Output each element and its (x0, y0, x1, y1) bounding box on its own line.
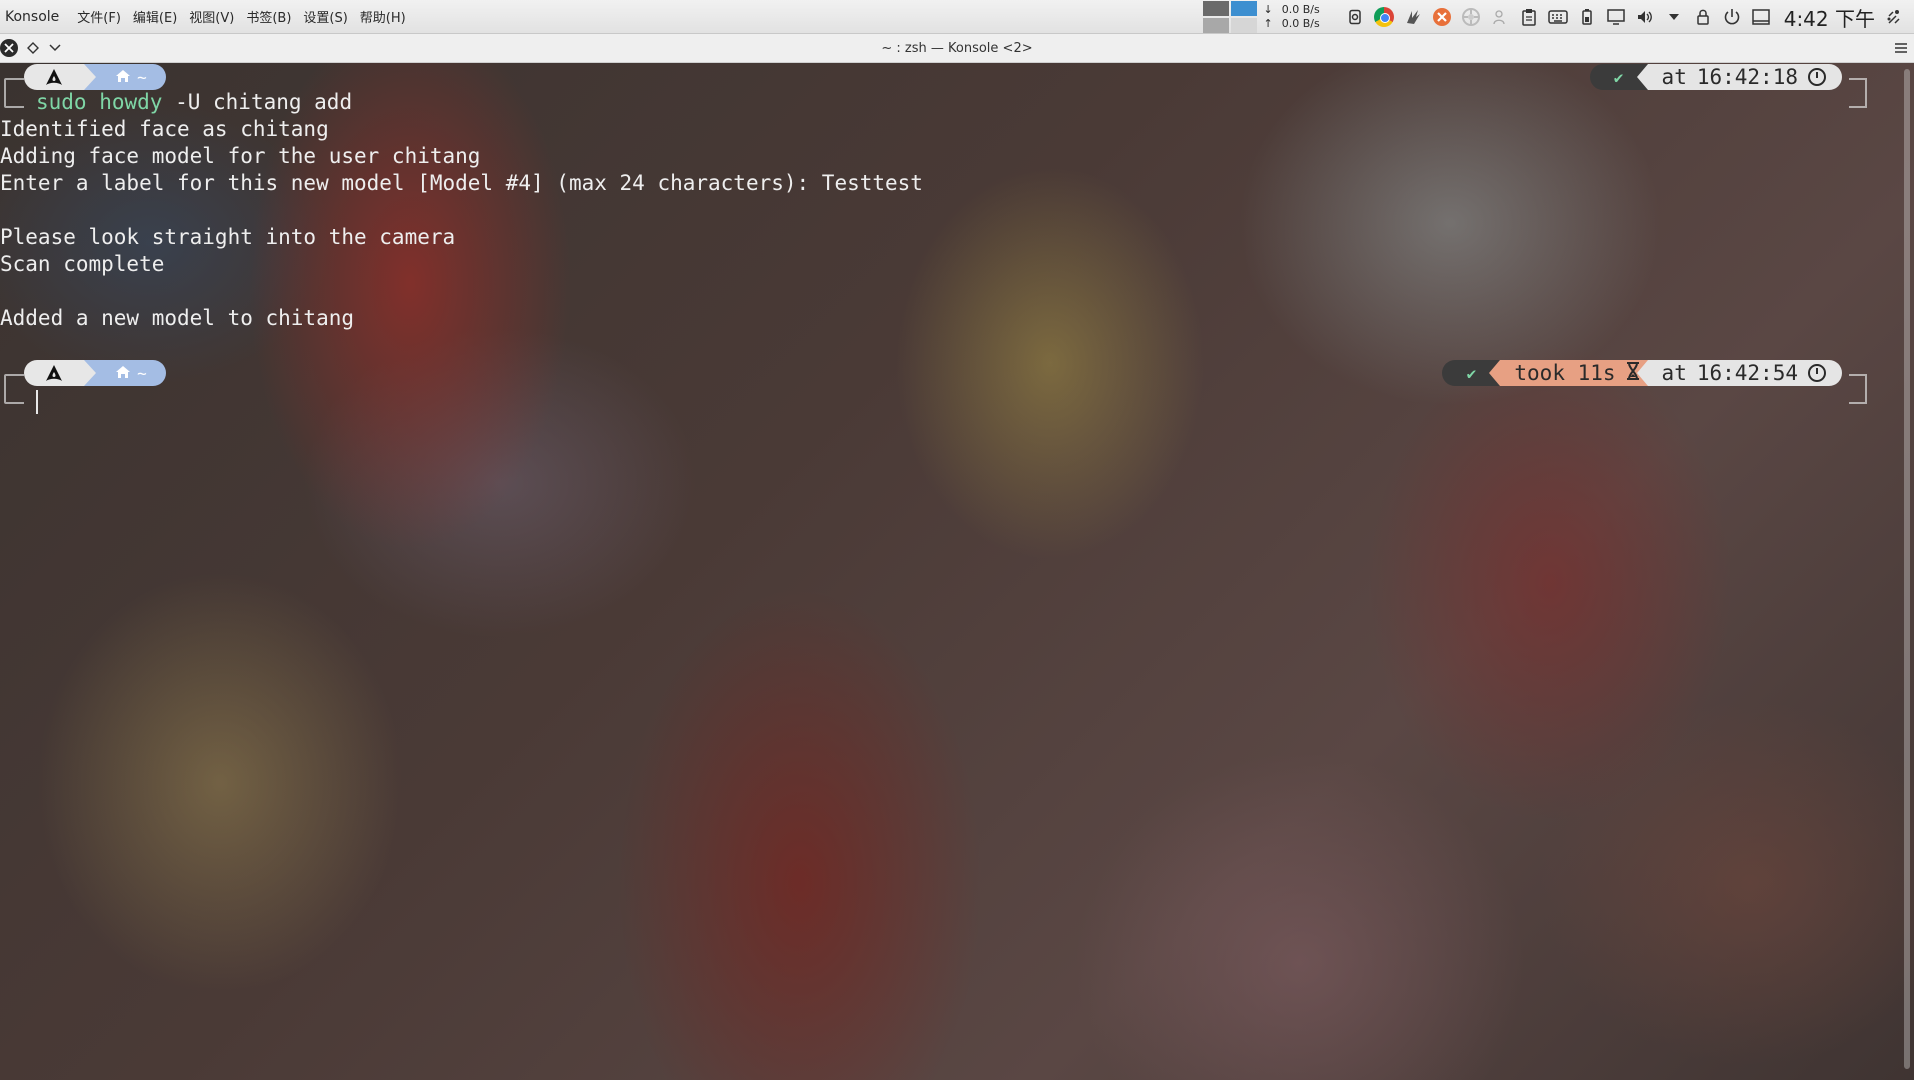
top-panel: Konsole 文件(F) 编辑(E) 视图(V) 书签(B) 设置(S) 帮助… (0, 0, 1914, 34)
show-desktop-icon[interactable] (1751, 7, 1771, 27)
power-icon[interactable] (1722, 7, 1742, 27)
kdeconnect-icon[interactable] (1403, 7, 1423, 27)
menu-view[interactable]: 视图(V) (183, 7, 240, 26)
prompt-time: 16:42:54 (1696, 361, 1798, 385)
command-name: sudo howdy (36, 90, 163, 114)
home-icon (115, 364, 131, 383)
output-line: Identified face as chitang (0, 117, 329, 141)
clipboard-icon[interactable] (1519, 7, 1539, 27)
menu-bar: 文件(F) 编辑(E) 视图(V) 书签(B) 设置(S) 帮助(H) (71, 7, 411, 26)
command-line: sudo howdy -U chitang add (36, 89, 352, 116)
prompt-time-segment: at 16:42:18 (1636, 64, 1842, 90)
app-blocked-icon[interactable] (1432, 7, 1452, 27)
terminal-view[interactable]: ~ ✔ at 16:42:18 sudo howdy -U chitang ad… (0, 63, 1914, 1080)
clock-icon (1808, 68, 1826, 86)
prompt-duration: took 11s (1514, 361, 1616, 385)
window-title: ~ : zsh — Konsole <2> (881, 40, 1033, 56)
volume-icon[interactable] (1635, 7, 1655, 27)
prompt-time-segment: at 16:42:54 (1636, 360, 1842, 386)
output-line: Added a new model to chitang (0, 306, 355, 330)
chrome-icon[interactable] (1373, 7, 1394, 27)
output-line: Please look straight into the camera (0, 225, 456, 249)
prompt-frame-right (1849, 78, 1867, 108)
battery-icon[interactable] (1577, 7, 1597, 27)
upload-arrow-icon: ↑ (1263, 17, 1273, 30)
time-prefix: at (1661, 65, 1687, 89)
keyboard-icon[interactable] (1547, 7, 1568, 27)
prompt-frame-left (4, 78, 24, 108)
prompt-frame-right (1849, 374, 1867, 404)
plasma-menu-icon[interactable] (1884, 7, 1904, 27)
window-menu-button[interactable] (46, 39, 64, 57)
prompt-duration-segment: took 11s (1489, 360, 1648, 386)
menu-edit[interactable]: 编辑(E) (127, 7, 183, 26)
lock-icon[interactable] (1693, 7, 1713, 27)
prompt-dir-segment: ~ (84, 64, 166, 90)
prompt-dir: ~ (137, 67, 147, 87)
prompt-dir-segment: ~ (84, 360, 166, 386)
system-tray: ↓ ↑ 0.0 B/s 0.0 B/s 4:42 下午 (1202, 0, 1914, 34)
terminal-scrollbar[interactable] (1904, 69, 1910, 1069)
clock-icon (1808, 364, 1826, 382)
menu-help[interactable]: 帮助(H) (354, 7, 412, 26)
menu-bookmarks[interactable]: 书签(B) (240, 7, 297, 26)
output-line: Enter a label for this new model [Model … (0, 171, 923, 195)
prompt-right-segments: ✔ at 16:42:18 (1589, 64, 1842, 90)
prompt-frame-left (4, 374, 24, 404)
display-icon[interactable] (1606, 7, 1626, 27)
screenshot-icon[interactable] (1345, 7, 1365, 27)
home-icon (115, 68, 131, 87)
expand-tray-icon[interactable] (1664, 7, 1684, 27)
command-args: -U chitang add (162, 90, 353, 114)
network-arrows: ↓ ↑ (1264, 3, 1273, 31)
prompt-time: 16:42:18 (1696, 65, 1798, 89)
window-titlebar: ~ : zsh — Konsole <2> (0, 34, 1914, 63)
close-window-button[interactable] (0, 39, 18, 57)
settings-wheel-icon[interactable] (1461, 7, 1481, 27)
network-graph[interactable] (1202, 1, 1257, 33)
keep-above-button[interactable] (24, 39, 42, 57)
user-icon[interactable] (1490, 7, 1510, 27)
arch-linux-icon (24, 64, 96, 90)
arch-linux-icon (24, 360, 96, 386)
menu-file[interactable]: 文件(F) (71, 7, 127, 26)
prompt-left-segments: ~ (24, 360, 166, 386)
network-speed: 0.0 B/s 0.0 B/s (1282, 3, 1320, 31)
upload-speed: 0.0 B/s (1281, 17, 1320, 30)
clock[interactable]: 4:42 下午 (1784, 3, 1875, 32)
output-line: Adding face model for the user chitang (0, 144, 481, 168)
time-prefix: at (1661, 361, 1687, 385)
menu-settings[interactable]: 设置(S) (297, 7, 353, 26)
prompt-left-segments: ~ (24, 64, 166, 90)
download-speed: 0.0 B/s (1281, 3, 1320, 16)
text-cursor (36, 390, 38, 414)
app-name[interactable]: Konsole (0, 9, 71, 25)
prompt-dir: ~ (137, 363, 147, 383)
prompt-right-segments: ✔ took 11s at 16:42:54 (1442, 360, 1842, 386)
download-arrow-icon: ↓ (1263, 3, 1273, 16)
hamburger-menu-icon[interactable] (1894, 39, 1908, 58)
output-line: Scan complete (0, 252, 165, 276)
